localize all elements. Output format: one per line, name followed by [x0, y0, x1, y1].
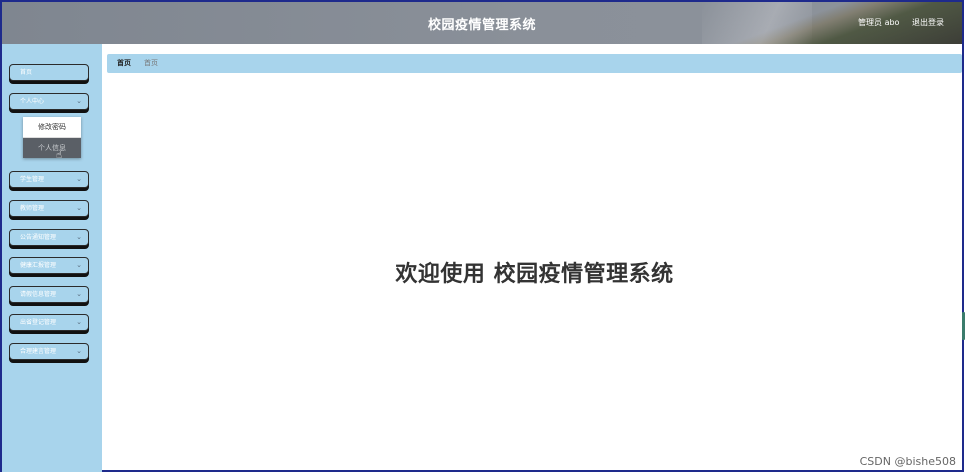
sidebar-item-travel-registration[interactable]: 出省登记管理 ⌄ [9, 314, 89, 331]
breadcrumb-home-link[interactable]: 首页 [117, 54, 131, 73]
watermark: CSDN @bishe508 [859, 455, 956, 468]
chevron-down-icon: ⌄ [76, 347, 82, 355]
user-area: 管理员 abo 退出登录 [848, 17, 944, 28]
breadcrumb: 首页 首页 [107, 54, 962, 73]
sidebar-item-health-report[interactable]: 健康汇报管理 ⌄ [9, 257, 89, 274]
sidebar-item-teachers[interactable]: 教师管理 ⌄ [9, 200, 89, 217]
sidebar-item-label: 学生管理 [20, 176, 45, 183]
chevron-down-icon: ⌄ [76, 97, 82, 105]
chevron-down-icon: ⌄ [76, 204, 82, 212]
chevron-down-icon: ⌄ [76, 290, 82, 298]
sidebar-item-label: 个人中心 [20, 98, 45, 105]
sidebar-item-label: 健康汇报管理 [20, 262, 57, 269]
sidebar-item-label: 出省登记管理 [20, 319, 57, 326]
breadcrumb-current: 首页 [144, 59, 158, 67]
sidebar-item-notices[interactable]: 公告通知管理 ⌄ [9, 229, 89, 246]
submenu-personal-center: 修改密码 个人信息 ☝ [23, 117, 81, 161]
chevron-down-icon: ⌄ [76, 261, 82, 269]
logout-link[interactable]: 退出登录 [912, 18, 944, 27]
hand-cursor-icon: ☝ [56, 150, 63, 161]
top-header: 校园疫情管理系统 管理员 abo 退出登录 [2, 2, 962, 44]
chevron-down-icon: ⌄ [76, 175, 82, 183]
chevron-down-icon: ⌄ [76, 318, 82, 326]
submenu-item-personal-info[interactable]: 个人信息 ☝ [23, 138, 81, 161]
sidebar-item-label: 公告通知管理 [20, 234, 57, 241]
sidebar-item-leave[interactable]: 请假信息管理 ⌄ [9, 286, 89, 303]
scrollbar-thumb[interactable] [962, 312, 965, 340]
welcome-heading: 欢迎使用 校园疫情管理系统 [395, 262, 674, 287]
sidebar-item-label: 首页 [20, 69, 33, 76]
user-name: 管理员 abo [858, 18, 900, 27]
sidebar-item-label: 教师管理 [20, 205, 45, 212]
sidebar-item-label: 合理建言管理 [20, 348, 57, 355]
sidebar-item-suggestions[interactable]: 合理建言管理 ⌄ [9, 343, 89, 360]
chevron-down-icon: ⌄ [76, 233, 82, 241]
app-title: 校园疫情管理系统 [427, 18, 536, 33]
sidebar-item-students[interactable]: 学生管理 ⌄ [9, 171, 89, 188]
submenu-item-change-password[interactable]: 修改密码 [23, 117, 81, 138]
sidebar-item-personal-center[interactable]: 个人中心 ⌄ [9, 93, 89, 110]
sidebar-item-label: 请假信息管理 [20, 291, 57, 298]
sidebar-item-home[interactable]: 首页 [9, 64, 89, 81]
